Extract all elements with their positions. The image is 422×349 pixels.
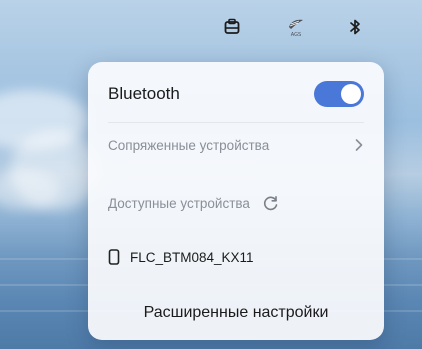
bluetooth-icon[interactable] [344,16,366,38]
desktop-wallpaper: AGS Bluetooth Сопряженные устройства Дос… [0,0,422,349]
refresh-icon[interactable] [262,194,280,212]
bluetooth-header-row: Bluetooth [108,78,364,110]
toggle-knob [341,84,361,104]
device-name: FLC_BTM084_KX11 [130,249,254,265]
advanced-settings-button[interactable]: Расширенные настройки [88,298,384,328]
chevron-right-icon [354,138,364,152]
paired-devices-label: Сопряженные устройства [108,137,270,153]
device-list-item[interactable]: FLC_BTM084_KX11 [108,243,364,271]
available-devices-row: Доступные устройства [108,188,364,218]
weather-label: AGS [291,32,301,38]
divider [108,122,364,123]
bluetooth-panel: Bluetooth Сопряженные устройства Доступн… [88,62,384,340]
phone-icon [108,249,120,265]
clipboard-icon[interactable] [221,16,243,38]
available-devices-label: Доступные устройства [108,195,250,211]
bluetooth-toggle[interactable] [314,81,364,107]
panel-title: Bluetooth [108,84,180,103]
paired-devices-row[interactable]: Сопряженные устройства [108,130,364,160]
weather-icon[interactable]: AGS [285,16,307,38]
